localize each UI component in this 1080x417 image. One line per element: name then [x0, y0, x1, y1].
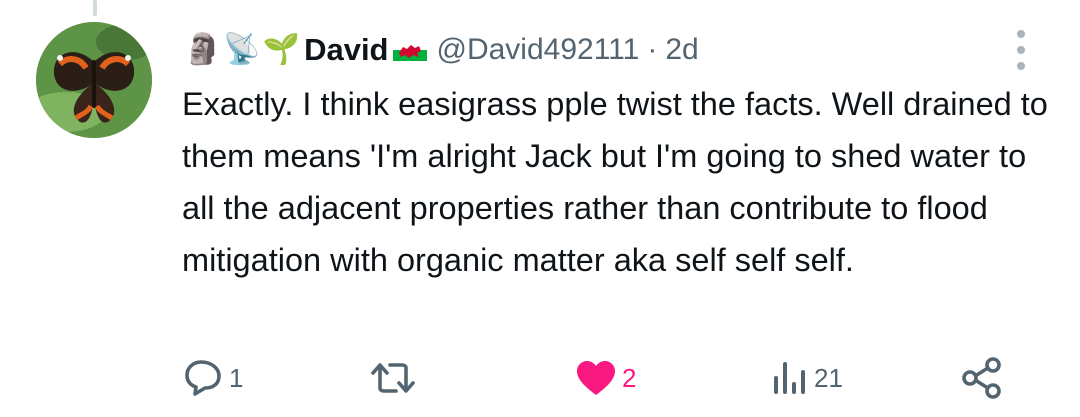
- retweet-icon: [371, 363, 415, 393]
- avatar[interactable]: [36, 22, 152, 138]
- more-dot: [1017, 30, 1025, 38]
- like-icon: [577, 361, 615, 395]
- timestamp[interactable]: 2d: [665, 33, 698, 67]
- more-dot: [1017, 62, 1025, 70]
- reply-icon: [185, 360, 221, 396]
- views-count: 21: [814, 362, 843, 393]
- satellite-dish-emoji: 📡: [223, 32, 261, 67]
- like-count: 2: [622, 362, 637, 393]
- moai-emoji: 🗿: [184, 32, 222, 67]
- reply-button[interactable]: 1: [183, 358, 243, 398]
- action-bar: 1 2 21: [0, 352, 1080, 404]
- retweet-button[interactable]: [370, 358, 420, 398]
- seedling-emoji: 🌱: [262, 32, 301, 67]
- separator-dot: ·: [647, 33, 658, 66]
- wales-flag-icon: [392, 39, 427, 61]
- share-icon: [962, 357, 1001, 399]
- share-button[interactable]: [960, 356, 1004, 400]
- author-name[interactable]: David: [304, 32, 388, 68]
- tweet-header: 🗿 📡 🌱 David @David492111 · 2d: [184, 28, 699, 72]
- more-dot: [1017, 46, 1025, 54]
- reply-count: 1: [229, 362, 244, 393]
- tweet-text: Exactly. I think easigrass pple twist th…: [182, 86, 1048, 278]
- more-icon[interactable]: [1010, 30, 1032, 70]
- author-handle[interactable]: @David492111: [437, 33, 640, 67]
- like-button[interactable]: 2: [574, 358, 636, 398]
- views-button[interactable]: 21: [770, 358, 843, 398]
- thread-line: [93, 0, 97, 16]
- views-icon: [774, 362, 805, 394]
- butterfly-avatar-image: [36, 22, 152, 138]
